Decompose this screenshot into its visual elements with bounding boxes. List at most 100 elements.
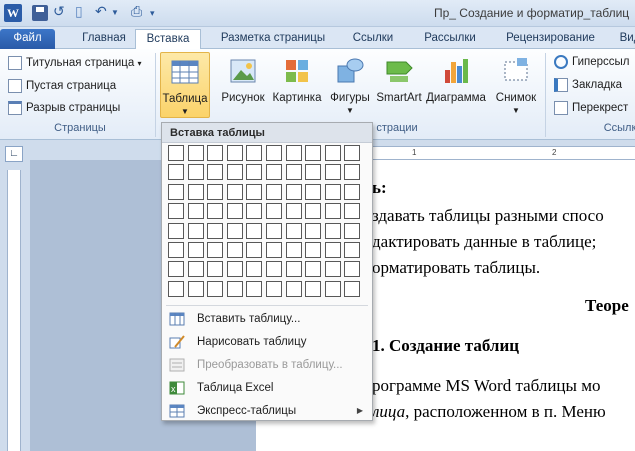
undo-icon[interactable]: ↺ — [53, 3, 65, 20]
table-grid-cell[interactable] — [324, 203, 341, 220]
table-grid-cell[interactable] — [266, 203, 282, 220]
table-grid-cell[interactable] — [285, 280, 302, 297]
tab-references[interactable]: Ссылки — [347, 29, 399, 49]
table-grid-cell[interactable] — [187, 183, 204, 200]
table-grid-cell[interactable] — [246, 203, 263, 220]
clipart-button[interactable]: Картинка — [270, 52, 324, 118]
table-grid-cell[interactable] — [246, 222, 263, 239]
table-grid-cell[interactable] — [226, 203, 243, 220]
table-grid-cell[interactable] — [324, 222, 341, 239]
table-grid-cell[interactable] — [168, 203, 184, 220]
tab-selector[interactable]: ∟ — [5, 146, 23, 162]
table-grid-cell[interactable] — [266, 280, 282, 297]
tab-page-layout[interactable]: Разметка страницы — [212, 29, 334, 49]
print-icon[interactable]: ⎙ — [131, 3, 142, 20]
table-grid-cell[interactable] — [168, 242, 184, 258]
table-grid-cell[interactable] — [168, 261, 184, 278]
table-grid-cell[interactable] — [324, 261, 341, 278]
table-grid-cell[interactable] — [285, 145, 302, 161]
tab-insert[interactable]: Вставка — [135, 29, 201, 50]
table-grid-cell[interactable] — [207, 183, 224, 200]
quick-tables-item[interactable]: Экспресс-таблицы ▶ — [163, 400, 371, 422]
table-grid-cell[interactable] — [344, 203, 361, 220]
table-grid-cell[interactable] — [305, 164, 322, 181]
table-grid-cell[interactable] — [305, 145, 322, 161]
table-grid-cell[interactable] — [344, 261, 361, 278]
table-grid-cell[interactable] — [187, 203, 204, 220]
screenshot-button[interactable]: Снимок ▼ — [490, 52, 542, 118]
bookmark-button[interactable]: Закладка — [552, 76, 622, 94]
table-grid-cell[interactable] — [324, 145, 341, 161]
table-grid-cell[interactable] — [187, 164, 204, 181]
tab-review[interactable]: Рецензирование — [498, 29, 603, 49]
table-grid-cell[interactable] — [266, 222, 282, 239]
table-grid-cell[interactable] — [207, 145, 224, 161]
table-grid-cell[interactable] — [266, 164, 282, 181]
table-grid-cell[interactable] — [305, 242, 322, 258]
tab-mailings[interactable]: Рассылки — [417, 29, 483, 49]
table-grid-cell[interactable] — [207, 261, 224, 278]
table-grid-cell[interactable] — [207, 242, 224, 258]
table-grid-cell[interactable] — [226, 164, 243, 181]
table-grid-cell[interactable] — [246, 183, 263, 200]
table-grid-cell[interactable] — [305, 183, 322, 200]
vertical-ruler[interactable] — [7, 170, 21, 451]
word-app-icon[interactable]: W — [4, 4, 22, 22]
undo-arrow-icon[interactable]: ↶ — [95, 3, 107, 20]
table-grid-cell[interactable] — [187, 261, 204, 278]
table-grid-cell[interactable] — [187, 280, 204, 297]
table-grid-cell[interactable] — [226, 280, 243, 297]
table-grid-cell[interactable] — [246, 164, 263, 181]
table-grid-cell[interactable] — [246, 145, 263, 161]
table-grid-cell[interactable] — [187, 222, 204, 239]
table-grid-cell[interactable] — [344, 164, 361, 181]
new-document-icon[interactable]: ▯ — [75, 3, 83, 20]
tab-home[interactable]: Главная — [78, 29, 130, 49]
table-grid-cell[interactable] — [344, 280, 361, 297]
table-grid-cell[interactable] — [207, 203, 224, 220]
table-grid-cell[interactable] — [207, 280, 224, 297]
table-grid-cell[interactable] — [226, 261, 243, 278]
hyperlink-button[interactable]: Гиперссыл — [552, 53, 630, 71]
table-grid-cell[interactable] — [285, 203, 302, 220]
table-grid-cell[interactable] — [266, 183, 282, 200]
smartart-button[interactable]: SmartArt — [375, 52, 423, 118]
table-grid-cell[interactable] — [285, 222, 302, 239]
table-grid-cell[interactable] — [344, 242, 361, 258]
table-grid-cell[interactable] — [207, 222, 224, 239]
table-grid-cell[interactable] — [168, 222, 184, 239]
tab-file[interactable]: Файл — [0, 29, 55, 49]
table-button[interactable]: Таблица ▼ — [160, 52, 210, 118]
customize-qat-icon[interactable]: ▾ — [150, 8, 155, 19]
blank-page-button[interactable]: Пустая страница — [6, 77, 116, 95]
table-grid-cell[interactable] — [285, 242, 302, 258]
table-grid-cell[interactable] — [168, 183, 184, 200]
table-grid-cell[interactable] — [168, 145, 184, 161]
table-grid-cell[interactable] — [324, 280, 341, 297]
table-grid-cell[interactable] — [246, 242, 263, 258]
draw-table-item[interactable]: Нарисовать таблицу — [163, 331, 371, 353]
table-grid-cell[interactable] — [305, 261, 322, 278]
table-grid-cell[interactable] — [266, 145, 282, 161]
table-grid-cell[interactable] — [187, 242, 204, 258]
table-grid-cell[interactable] — [285, 164, 302, 181]
table-grid-cell[interactable] — [266, 261, 282, 278]
table-grid-cell[interactable] — [246, 280, 263, 297]
insert-table-item[interactable]: Вставить таблицу... — [163, 308, 371, 330]
save-icon[interactable] — [32, 5, 48, 21]
cover-page-button[interactable]: Титульная страница ▾ — [6, 54, 142, 72]
page-break-button[interactable]: Разрыв страницы — [6, 99, 120, 117]
picture-button[interactable]: Рисунок — [218, 52, 268, 118]
table-grid-cell[interactable] — [344, 222, 361, 239]
table-grid-cell[interactable] — [246, 261, 263, 278]
excel-table-item[interactable]: x Таблица Excel — [163, 377, 371, 399]
crossref-button[interactable]: Перекрест — [552, 99, 628, 117]
table-grid-cell[interactable] — [207, 164, 224, 181]
table-grid-cell[interactable] — [305, 222, 322, 239]
convert-table-item[interactable]: Преобразовать в таблицу... — [163, 354, 371, 376]
table-grid-cell[interactable] — [285, 261, 302, 278]
table-grid-cell[interactable] — [324, 164, 341, 181]
table-grid-cell[interactable] — [226, 242, 243, 258]
table-grid-cell[interactable] — [344, 183, 361, 200]
horizontal-ruler[interactable]: 1 2 — [372, 146, 635, 160]
